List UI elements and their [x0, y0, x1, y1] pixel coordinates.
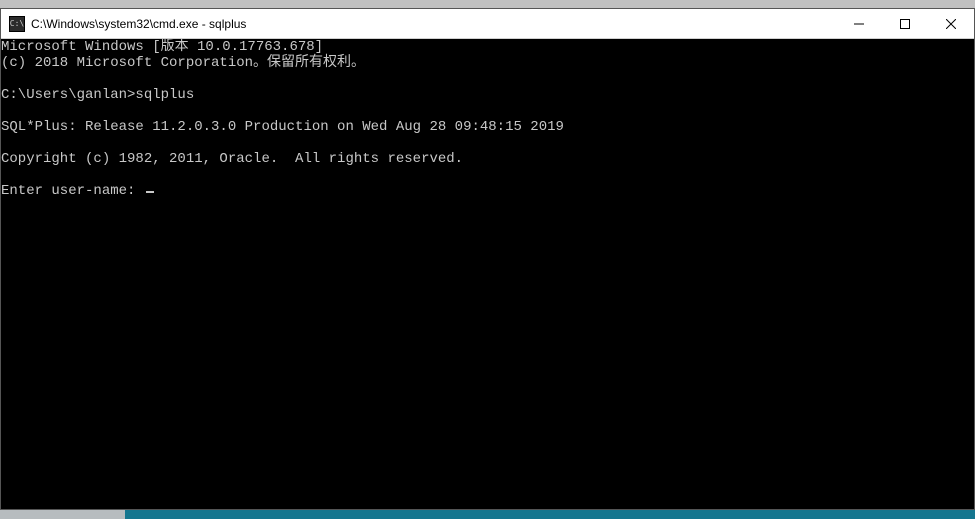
terminal-line: SQL*Plus: Release 11.2.0.3.0 Production … [1, 119, 974, 135]
window-controls [836, 9, 974, 38]
titlebar[interactable]: C:\ C:\Windows\system32\cmd.exe - sqlplu… [1, 9, 974, 39]
terminal-line: (c) 2018 Microsoft Corporation。保留所有权利。 [1, 55, 974, 71]
maximize-button[interactable] [882, 9, 928, 38]
terminal-line [1, 167, 974, 183]
terminal-line: Copyright (c) 1982, 2011, Oracle. All ri… [1, 151, 974, 167]
minimize-button[interactable] [836, 9, 882, 38]
minimize-icon [854, 19, 864, 29]
terminal-line [1, 103, 974, 119]
terminal-line: C:\Users\ganlan>sqlplus [1, 87, 974, 103]
terminal-line [1, 135, 974, 151]
window-title: C:\Windows\system32\cmd.exe - sqlplus [31, 17, 836, 31]
close-icon [946, 19, 956, 29]
taskbar-fragment [0, 510, 975, 519]
terminal-line: Microsoft Windows [版本 10.0.17763.678] [1, 39, 974, 55]
maximize-icon [900, 19, 910, 29]
terminal-output[interactable]: Microsoft Windows [版本 10.0.17763.678](c)… [1, 39, 974, 509]
cmd-icon: C:\ [9, 16, 25, 32]
close-button[interactable] [928, 9, 974, 38]
terminal-line [1, 71, 974, 87]
cmd-window: C:\ C:\Windows\system32\cmd.exe - sqlplu… [0, 8, 975, 510]
terminal-line: Enter user-name: [1, 183, 974, 199]
cursor [146, 191, 154, 193]
